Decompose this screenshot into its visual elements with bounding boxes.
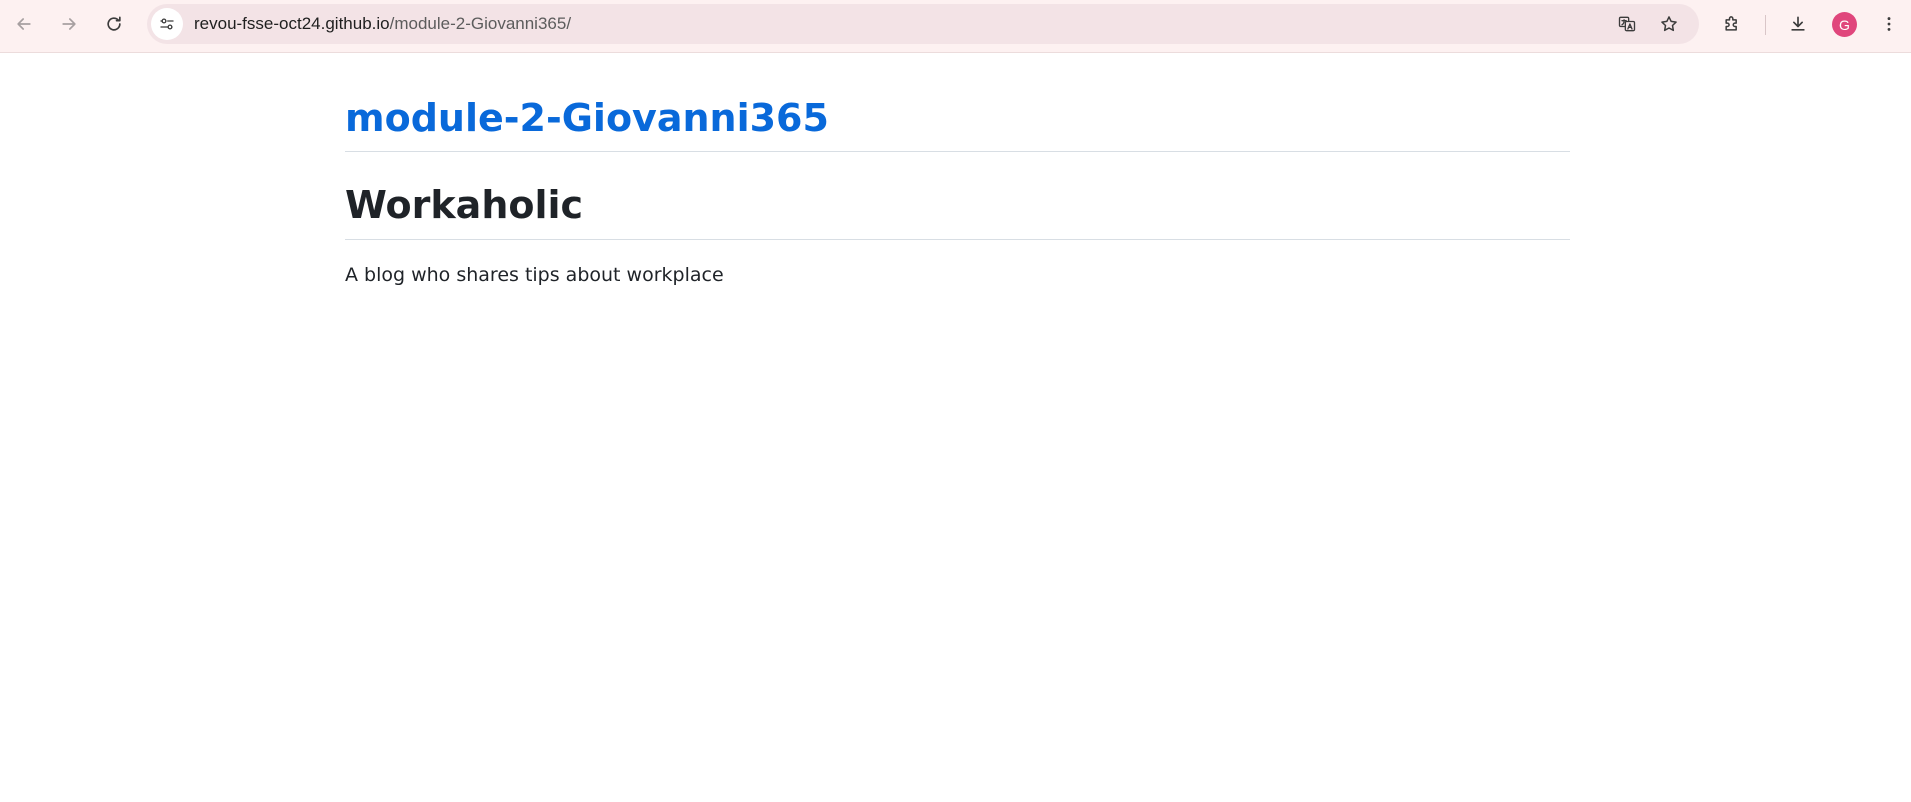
browser-menu-button[interactable]	[1873, 8, 1905, 40]
back-button[interactable]	[8, 8, 40, 40]
profile-avatar[interactable]: G	[1832, 12, 1857, 37]
page-tagline: A blog who shares tips about workplace	[345, 264, 724, 287]
puzzle-icon	[1725, 16, 1737, 31]
url-host: revou-fsse-oct24.github.io	[194, 14, 390, 33]
download-icon	[1791, 16, 1805, 31]
reload-icon	[107, 16, 121, 31]
translate-icon	[1618, 16, 1636, 32]
browser-toolbar: revou-fsse-oct24.github.io/module-2-Giov…	[0, 0, 1911, 53]
url-text[interactable]: revou-fsse-oct24.github.io/module-2-Giov…	[194, 4, 571, 44]
kebab-menu-icon	[1887, 17, 1891, 31]
downloads-button[interactable]	[1782, 8, 1814, 40]
page-heading: Workaholic	[345, 183, 1570, 241]
site-info-button[interactable]	[151, 8, 183, 40]
page-content: module-2-Giovanni365 Workaholic A blog w…	[345, 53, 1570, 286]
arrow-right-icon	[62, 18, 76, 30]
arrow-left-icon	[17, 18, 31, 30]
address-bar[interactable]: revou-fsse-oct24.github.io/module-2-Giov…	[147, 4, 1699, 44]
forward-button[interactable]	[53, 8, 85, 40]
extensions-button[interactable]	[1716, 8, 1748, 40]
url-path: /module-2-Giovanni365/	[389, 14, 572, 33]
toolbar-divider	[1765, 15, 1766, 35]
bookmark-button[interactable]	[1653, 8, 1685, 40]
site-title-link[interactable]: module-2-Giovanni365	[345, 96, 1570, 152]
star-icon	[1661, 16, 1677, 32]
tune-icon	[160, 18, 174, 30]
translate-button[interactable]	[1611, 8, 1643, 40]
reload-button[interactable]	[98, 8, 130, 40]
